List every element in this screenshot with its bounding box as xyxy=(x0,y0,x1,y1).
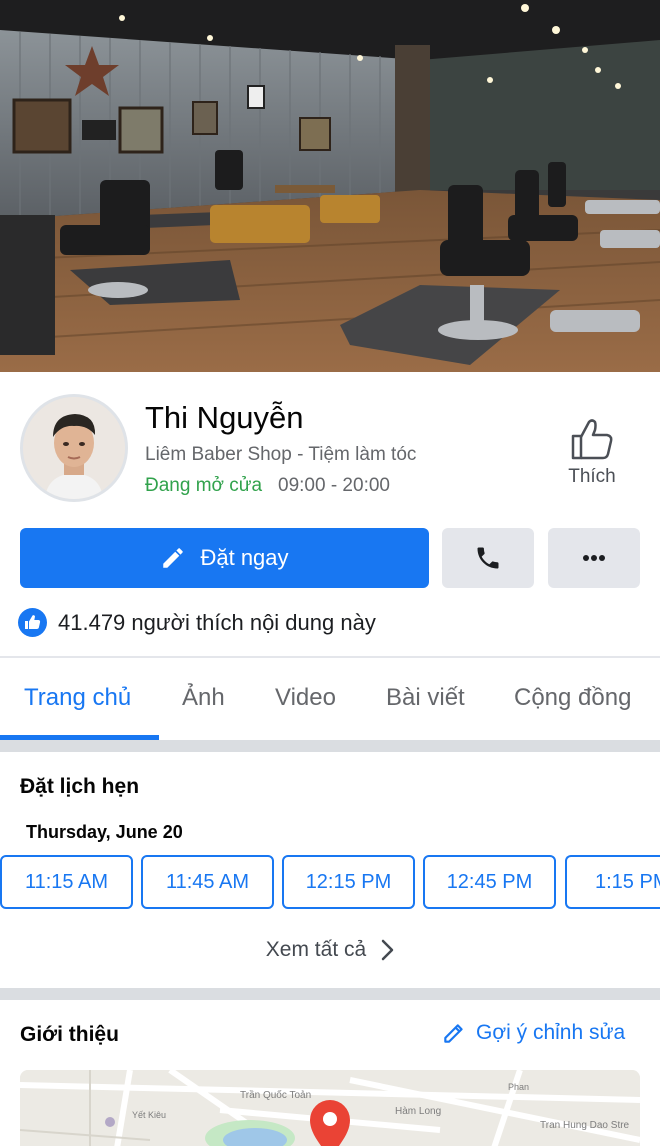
time-slot[interactable]: 1:15 PM xyxy=(565,855,660,909)
time-slot[interactable]: 11:45 AM xyxy=(141,855,274,909)
like-page-button[interactable]: Thích xyxy=(555,418,629,498)
time-slot[interactable]: 11:15 AM xyxy=(0,855,133,909)
map-label: Yết Kiêu xyxy=(132,1110,166,1120)
opening-hours: 09:00 - 20:00 xyxy=(278,475,390,496)
more-options-button[interactable] xyxy=(548,528,640,588)
section-separator xyxy=(0,988,660,1000)
tab-photos[interactable]: Ảnh xyxy=(182,684,225,712)
pencil-icon xyxy=(163,548,184,568)
open-status: Đang mở cửa xyxy=(145,475,263,496)
suggest-edit-label: Gợi ý chỉnh sửa xyxy=(476,1021,626,1044)
book-now-button[interactable]: Đặt ngay xyxy=(20,528,429,588)
section-separator xyxy=(0,740,660,752)
page-name: Thi Nguyễn xyxy=(145,400,304,435)
tab-posts[interactable]: Bài viết xyxy=(386,684,465,712)
thumbs-up-icon xyxy=(571,419,613,460)
call-button[interactable] xyxy=(442,528,534,588)
page-category: Liêm Baber Shop - Tiệm làm tóc xyxy=(145,444,417,465)
tab-community[interactable]: Cộng đồng xyxy=(514,684,631,712)
like-label: Thích xyxy=(568,466,616,487)
map-label: Tran Hung Dao Stre xyxy=(540,1120,630,1131)
likes-summary[interactable]: 41.479 người thích nội dung này xyxy=(18,608,376,637)
likes-count-text: 41.479 người thích nội dung này xyxy=(58,609,376,635)
page-header: Thi Nguyễn Liêm Baber Shop - Tiệm làm tó… xyxy=(0,372,660,512)
map-label: Hàm Long xyxy=(395,1106,441,1117)
time-slot[interactable]: 12:45 PM xyxy=(423,855,556,909)
like-badge-icon xyxy=(18,608,47,637)
chevron-right-icon xyxy=(381,939,394,961)
page-tabs: Trang chủ Ảnh Video Bài viết Cộng đồng xyxy=(0,660,660,740)
tab-home[interactable]: Trang chủ xyxy=(24,684,131,712)
divider xyxy=(0,656,660,658)
time-slot[interactable]: 12:15 PM xyxy=(282,855,415,909)
book-now-label: Đặt ngay xyxy=(200,545,289,570)
map-label: Phan xyxy=(508,1082,529,1092)
see-all-label: Xem tất cả xyxy=(265,938,367,961)
more-dots-icon xyxy=(583,555,605,561)
phone-icon xyxy=(477,547,499,569)
booking-title: Đặt lịch hẹn xyxy=(20,775,140,798)
cover-photo[interactable] xyxy=(0,0,660,372)
avatar[interactable] xyxy=(20,394,128,502)
map-label: Trần Quốc Toản xyxy=(240,1089,311,1101)
suggest-edit-button[interactable]: Gợi ý chỉnh sửa xyxy=(441,1020,625,1046)
see-all-button[interactable]: Xem tất cả xyxy=(0,938,660,962)
about-title: Giới thiệu xyxy=(20,1023,119,1046)
pencil-icon xyxy=(444,1024,463,1043)
tab-videos[interactable]: Video xyxy=(275,684,336,712)
location-map[interactable]: Trần Quốc Toản Hàm Long Tran Hung Dao St… xyxy=(20,1070,640,1146)
booking-date: Thursday, June 20 xyxy=(26,822,183,842)
